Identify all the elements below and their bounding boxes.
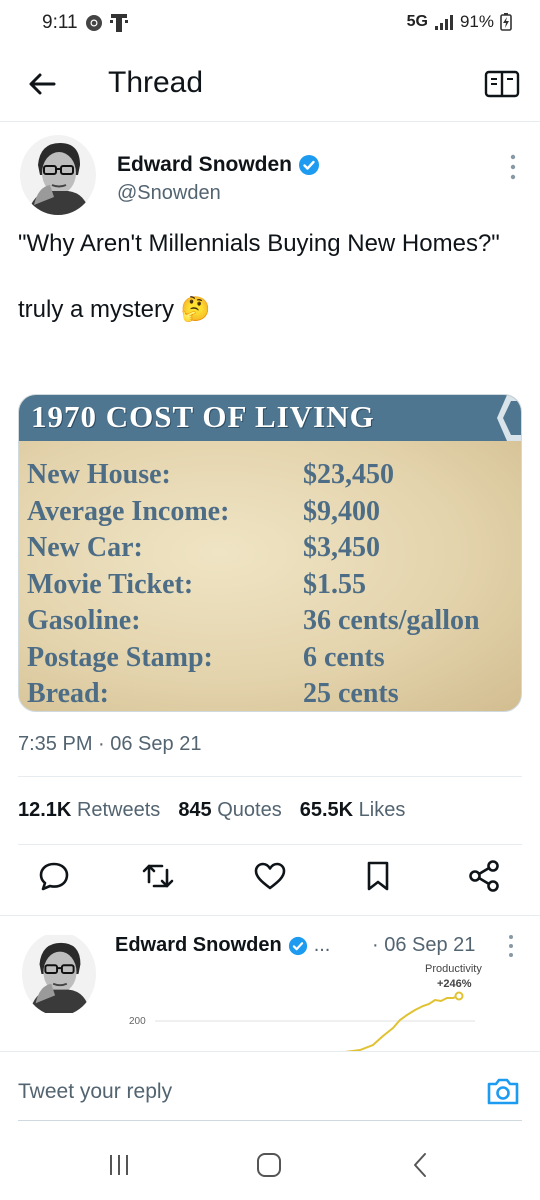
- composer-underline: [18, 1120, 522, 1121]
- media-row-value: $1.55: [303, 568, 366, 600]
- reply-author-name[interactable]: Edward Snowden ...: [115, 934, 330, 957]
- media-row-value: $9,400: [303, 495, 380, 527]
- back-arrow-icon[interactable]: [24, 66, 60, 102]
- author-handle[interactable]: @Snowden: [117, 182, 221, 205]
- retweets-count: 12.1K: [18, 799, 72, 821]
- reply-composer[interactable]: Tweet your reply: [0, 1051, 540, 1121]
- media-row-label: Postage Stamp:: [27, 641, 213, 673]
- banner-ribbon-icon: [497, 395, 521, 441]
- media-row-label: Movie Ticket:: [27, 568, 194, 600]
- author-name[interactable]: Edward Snowden: [117, 153, 320, 177]
- likes-label: Likes: [358, 799, 406, 821]
- media-rows: New House: $23,450 Average Income: $9,400 …: [27, 457, 521, 711]
- reply-author-name-text: Edward Snowden: [115, 934, 282, 956]
- network-type: 5G: [406, 13, 428, 30]
- status-right: 5G 91%: [407, 12, 512, 32]
- avatar[interactable]: [20, 135, 96, 215]
- media-row-value: 6 cents: [303, 641, 385, 673]
- tweet-actions: [0, 858, 540, 902]
- chart-line-graphic: [155, 991, 475, 1051]
- page-title: Thread: [108, 66, 204, 99]
- divider: [18, 844, 522, 845]
- retweets-stat[interactable]: 12.1K Retweets: [18, 799, 160, 822]
- status-bar: 9:11 5G 91%: [0, 0, 540, 48]
- avatar-portrait: [20, 135, 96, 215]
- media-row-label: Average Income:: [27, 495, 230, 527]
- likes-stat[interactable]: 65.5K Likes: [300, 799, 406, 822]
- verified-badge-icon: [299, 155, 320, 175]
- author-name-text: Edward Snowden: [117, 153, 293, 176]
- bookmark-icon[interactable]: [360, 858, 396, 894]
- media-title: 1970 COST OF LIVING: [31, 399, 375, 434]
- battery-charging-icon: [500, 13, 512, 31]
- more-options-icon[interactable]: [506, 934, 516, 958]
- media-row-value: 36 cents/gallon: [303, 605, 480, 637]
- avatar-portrait: [22, 935, 96, 1013]
- media-row-label: Bread:: [27, 678, 109, 710]
- media-row-value: $23,450: [303, 459, 394, 491]
- tweet-stats: 12.1K Retweets 845 Quotes 65.5K Likes: [18, 799, 405, 822]
- system-nav-bar: [0, 1130, 540, 1200]
- home-icon[interactable]: [254, 1150, 284, 1180]
- tweet-timestamp[interactable]: 7:35 PM · 06 Sep 21: [18, 733, 201, 756]
- divider: [18, 776, 522, 777]
- media-row: Average Income: $9,400: [27, 494, 521, 531]
- recent-apps-icon[interactable]: [104, 1150, 134, 1180]
- media-row: Postage Stamp: 6 cents: [27, 640, 521, 677]
- media-row-value: $3,450: [303, 532, 380, 564]
- t-mobile-icon: [110, 14, 128, 32]
- share-icon[interactable]: [466, 858, 502, 894]
- media-row-label: New House:: [27, 459, 171, 491]
- signal-icon: [434, 15, 453, 30]
- reader-mode-icon[interactable]: [484, 68, 520, 100]
- quotes-count: 845: [178, 799, 212, 821]
- media-banner: 1970 COST OF LIVING: [19, 395, 521, 441]
- media-row: New Car: $3,450: [27, 530, 521, 567]
- media-row: Movie Ticket: $1.55: [27, 567, 521, 604]
- status-notification-icons: [85, 12, 129, 34]
- back-icon[interactable]: [405, 1150, 435, 1180]
- media-row-label: Gasoline:: [27, 605, 141, 637]
- reply-chart-preview[interactable]: Productivity +246% 200: [115, 960, 505, 1051]
- media-row: Bread: 25 cents: [27, 676, 521, 711]
- media-row: New House: $23,450: [27, 457, 521, 494]
- battery-percent: 91%: [459, 12, 494, 31]
- tweet-text: "Why Aren't Millennials Buying New Homes…: [18, 230, 500, 323]
- status-time: 9:11: [42, 12, 78, 33]
- media-row-value: 25 cents: [303, 678, 399, 710]
- retweets-label: Retweets: [76, 799, 161, 821]
- quotes-label: Quotes: [217, 799, 282, 821]
- media-row-label: New Car:: [27, 532, 143, 564]
- reply-icon[interactable]: [36, 858, 72, 894]
- app-header: Thread: [0, 48, 540, 122]
- truncation-ellipsis: ...: [313, 934, 331, 956]
- retweet-icon[interactable]: [140, 858, 176, 894]
- camera-icon[interactable]: [486, 1076, 520, 1106]
- chrome-icon: [86, 15, 102, 31]
- verified-badge-icon: [288, 936, 307, 955]
- quotes-stat[interactable]: 845 Quotes: [178, 799, 281, 822]
- avatar[interactable]: [22, 932, 96, 1016]
- like-icon[interactable]: [252, 858, 288, 894]
- media-row: Gasoline: 36 cents/gallon: [27, 603, 521, 640]
- likes-count: 65.5K: [299, 799, 354, 821]
- reply-tweet[interactable]: Edward Snowden ... · 06 Sep 21 Productiv…: [0, 915, 540, 1051]
- reply-input-placeholder[interactable]: Tweet your reply: [18, 1080, 172, 1104]
- more-options-icon[interactable]: [508, 153, 518, 181]
- tweet-media-image[interactable]: 1970 COST OF LIVING New House: $23,450 Av…: [18, 394, 522, 712]
- reply-date[interactable]: · 06 Sep 21: [372, 934, 475, 957]
